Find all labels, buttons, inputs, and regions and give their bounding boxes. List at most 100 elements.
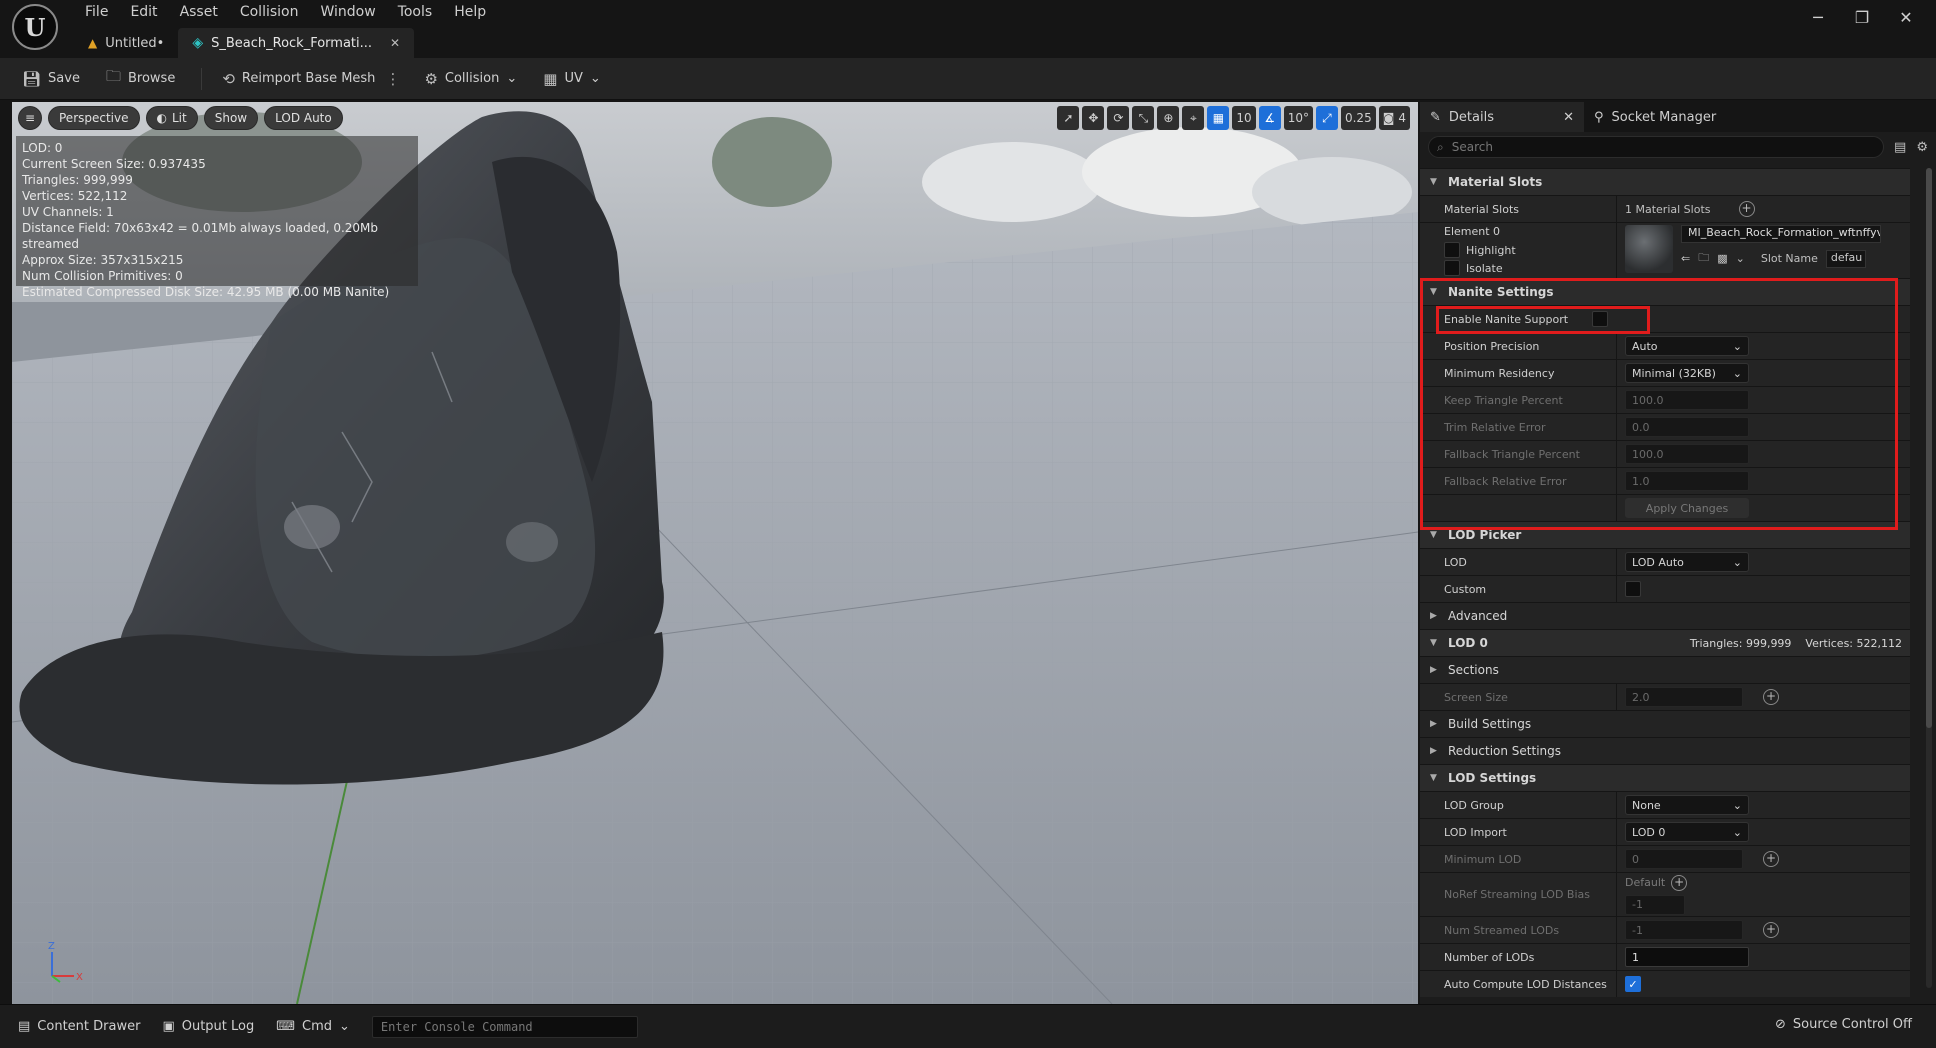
category-lod-settings[interactable]: ▼ LOD Settings: [1420, 764, 1910, 791]
scale-tool-button[interactable]: ⤡: [1132, 106, 1155, 130]
category-nanite-settings[interactable]: ▼ Nanite Settings: [1420, 278, 1910, 305]
tab-details[interactable]: ✎ Details ✕: [1420, 102, 1584, 132]
select-cursor-icon: ➚: [1063, 111, 1074, 125]
lod-dropdown[interactable]: LOD Auto ⌄: [1625, 552, 1749, 572]
browse-button[interactable]: 🗀 Browse: [106, 66, 175, 91]
menu-edit[interactable]: Edit: [119, 2, 168, 24]
details-scrollbar[interactable]: [1926, 168, 1932, 988]
noref-bias-field[interactable]: -1: [1625, 894, 1685, 915]
rotation-snap-value[interactable]: 10°: [1283, 106, 1313, 130]
uv-dropdown[interactable]: ▦ UV ⌄: [543, 70, 601, 88]
menu-file[interactable]: File: [74, 2, 119, 24]
rotate-tool-button[interactable]: ⟳: [1107, 106, 1130, 130]
cmd-dropdown[interactable]: ⌨ Cmd ⌄: [276, 1019, 350, 1034]
category-build-settings[interactable]: ▶ Build Settings: [1420, 710, 1910, 737]
position-precision-dropdown[interactable]: Auto ⌄: [1625, 336, 1749, 356]
slot-name-field[interactable]: defau: [1825, 249, 1866, 268]
output-log-button[interactable]: ▣ Output Log: [162, 1019, 254, 1034]
save-button[interactable]: 💾︎ Save: [22, 70, 80, 88]
minimum-residency-dropdown[interactable]: Minimal (32KB) ⌄: [1625, 363, 1749, 383]
select-tool-button[interactable]: ➚: [1057, 106, 1080, 130]
number-of-lods-field[interactable]: 1: [1625, 947, 1749, 967]
viewport-menu-button[interactable]: ≡: [18, 106, 42, 130]
translate-tool-button[interactable]: ✥: [1082, 106, 1105, 130]
menu-window[interactable]: Window: [309, 2, 386, 24]
trim-error-field[interactable]: 0.0: [1625, 417, 1749, 437]
material-options-icon[interactable]: ▩: [1717, 252, 1727, 265]
add-platform-override-icon[interactable]: +: [1763, 922, 1779, 938]
auto-compute-checkbox[interactable]: ✓: [1625, 976, 1641, 992]
row-minimum-lod: Minimum LOD 0 +: [1420, 845, 1910, 872]
category-lod-picker[interactable]: ▼ LOD Picker: [1420, 521, 1910, 548]
grid-snap-value[interactable]: 10: [1232, 106, 1256, 130]
reimport-options-icon[interactable]: ⋮: [385, 70, 400, 88]
highlight-checkbox[interactable]: [1444, 242, 1460, 258]
property-matrix-icon[interactable]: ▤: [1894, 140, 1906, 155]
menu-tools[interactable]: Tools: [387, 2, 444, 24]
category-material-slots[interactable]: ▼ Material Slots: [1420, 168, 1910, 195]
console-command-input[interactable]: Enter Console Command: [371, 1015, 638, 1038]
lod-auto-button[interactable]: LOD Auto: [264, 106, 343, 130]
add-platform-override-icon[interactable]: +: [1671, 874, 1688, 891]
add-platform-override-icon[interactable]: +: [1763, 689, 1779, 705]
category-reduction-settings[interactable]: ▶ Reduction Settings: [1420, 737, 1910, 764]
surface-snap-button[interactable]: ⌖: [1182, 106, 1205, 130]
category-sections[interactable]: ▶ Sections: [1420, 656, 1910, 683]
add-platform-override-icon[interactable]: +: [1763, 851, 1779, 867]
num-streamed-lods-field[interactable]: -1: [1625, 920, 1743, 940]
tab-untitled[interactable]: ▲ Untitled•: [74, 28, 178, 58]
menu-asset[interactable]: Asset: [169, 2, 229, 24]
reimport-icon: ⟲: [222, 69, 235, 88]
custom-checkbox[interactable]: [1625, 581, 1641, 597]
enable-nanite-checkbox[interactable]: [1592, 311, 1608, 327]
minimize-button[interactable]: ─: [1796, 2, 1840, 32]
isolate-checkbox[interactable]: [1444, 260, 1460, 276]
collision-dropdown[interactable]: ⚙ Collision ⌄: [424, 70, 517, 88]
settings-gear-icon[interactable]: ⚙: [1916, 140, 1928, 155]
close-button[interactable]: ✕: [1884, 2, 1928, 32]
screen-size-field[interactable]: 2.0: [1625, 687, 1743, 707]
lod0-summary: Triangles: 999,999 Vertices: 522,112: [1689, 636, 1902, 650]
fallback-error-field[interactable]: 1.0: [1625, 471, 1749, 491]
apply-changes-button[interactable]: Apply Changes: [1625, 498, 1749, 518]
content-drawer-button[interactable]: ▤ Content Drawer: [18, 1019, 140, 1034]
menu-help[interactable]: Help: [443, 2, 497, 24]
lod-group-dropdown[interactable]: None ⌄: [1625, 795, 1749, 815]
keep-triangle-field[interactable]: 100.0: [1625, 390, 1749, 410]
close-icon[interactable]: ✕: [1563, 110, 1574, 125]
scale-snap-value[interactable]: 0.25: [1340, 106, 1376, 130]
lit-mode-button[interactable]: ◐ Lit: [145, 106, 198, 130]
document-tabs: ▲ Untitled• ◈ S_Beach_Rock_Formati... ✕: [74, 28, 415, 58]
lod-import-dropdown[interactable]: LOD 0 ⌄: [1625, 822, 1749, 842]
chevron-down-icon: ⌄: [1732, 555, 1742, 569]
source-control-button[interactable]: ⊘ Source Control Off: [1775, 1017, 1912, 1032]
tab-static-mesh[interactable]: ◈ S_Beach_Rock_Formati... ✕: [178, 28, 415, 58]
tab-socket-manager[interactable]: ⚲ Socket Manager: [1584, 102, 1726, 132]
mesh-viewport[interactable]: ≡ Perspective ◐ Lit Show LOD Auto ➚ ✥ ⟳ …: [12, 102, 1418, 1004]
scale-snap-toggle[interactable]: ⤢: [1315, 106, 1338, 130]
fallback-triangle-field[interactable]: 100.0: [1625, 444, 1749, 464]
scrollbar-thumb[interactable]: [1926, 168, 1932, 728]
rotation-snap-toggle[interactable]: ∡: [1258, 106, 1281, 130]
category-advanced[interactable]: ▶ Advanced: [1420, 602, 1910, 629]
reimport-button[interactable]: ⟲ Reimport Base Mesh: [222, 70, 375, 88]
details-panel: ✎ Details ✕ ⚲ Socket Manager ⌕ ▤ ⚙ ▼ Mat…: [1420, 102, 1936, 1004]
material-thumbnail[interactable]: [1625, 225, 1673, 273]
unreal-logo-icon[interactable]: U: [12, 4, 58, 50]
browse-asset-icon[interactable]: 🗀: [1698, 249, 1709, 268]
menu-collision[interactable]: Collision: [229, 2, 310, 24]
tab-close-icon[interactable]: ✕: [390, 36, 400, 50]
material-asset-picker[interactable]: MI_Beach_Rock_Formation_wftnffyva: [1681, 225, 1881, 243]
grid-snap-toggle[interactable]: ▦: [1207, 106, 1230, 130]
camera-speed-button[interactable]: ◙ 4: [1378, 106, 1410, 130]
coordinate-space-button[interactable]: ⊕: [1157, 106, 1180, 130]
use-selected-icon[interactable]: ⇐: [1681, 252, 1690, 265]
perspective-button[interactable]: Perspective: [48, 106, 140, 130]
chevron-down-icon[interactable]: ⌄: [1736, 252, 1745, 265]
add-slot-icon[interactable]: +: [1738, 201, 1755, 217]
search-input[interactable]: [1451, 140, 1832, 154]
restore-button[interactable]: ❐: [1840, 2, 1884, 32]
show-button[interactable]: Show: [203, 106, 259, 130]
minimum-lod-field[interactable]: 0: [1625, 849, 1743, 869]
category-lod-0[interactable]: ▼ LOD 0 Triangles: 999,999 Vertices: 522…: [1420, 629, 1910, 656]
